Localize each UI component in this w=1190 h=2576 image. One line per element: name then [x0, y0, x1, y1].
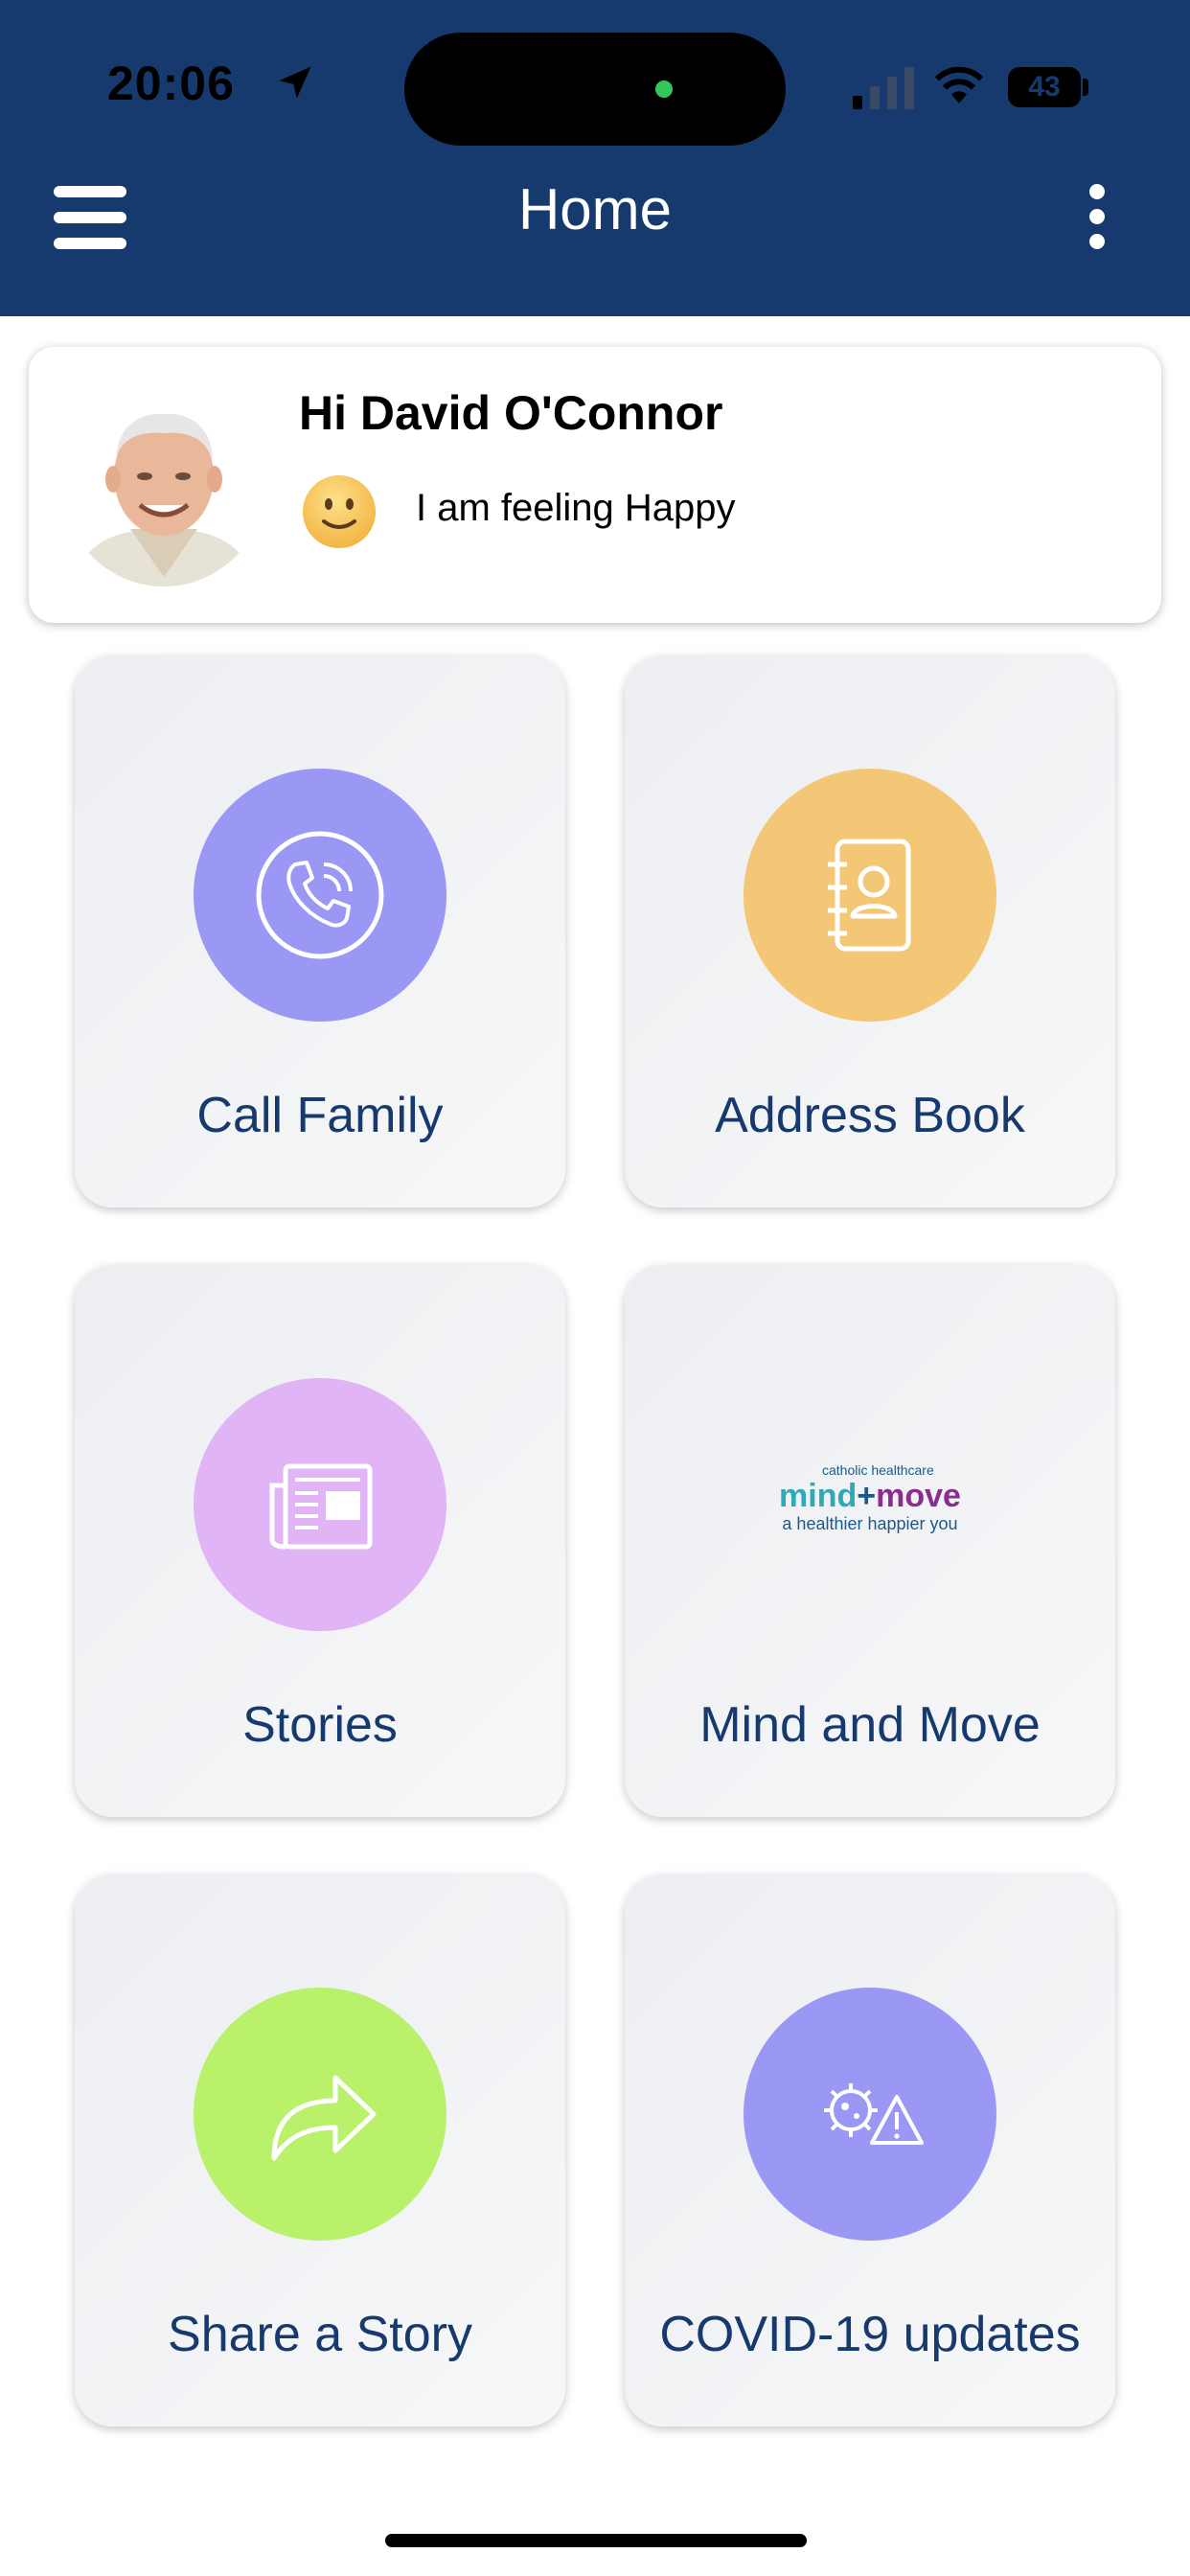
avatar — [63, 385, 264, 586]
share-arrow-icon — [271, 2075, 377, 2161]
call-family-circle — [194, 769, 446, 1022]
tile-covid-updates[interactable]: COVID-19 updates — [625, 1874, 1115, 2426]
tile-label: COVID-19 updates — [659, 2307, 1081, 2362]
wifi-icon — [934, 66, 984, 104]
battery-tip — [1083, 79, 1088, 96]
page-title: Home — [517, 177, 673, 242]
status-time: 20:06 — [107, 57, 235, 110]
tile-label: Share a Story — [168, 2307, 472, 2362]
tile-share-a-story[interactable]: Share a Story — [75, 1874, 565, 2426]
logo-plus-text: + — [857, 1478, 877, 1514]
vertical-ellipsis-icon[interactable] — [1083, 184, 1111, 253]
covid-circle — [744, 1988, 996, 2241]
camera-indicator-dot — [655, 80, 673, 98]
happy-face-icon — [303, 475, 376, 548]
profile-card[interactable]: Hi David O'Connor I am feeling Happy — [29, 347, 1161, 623]
tile-address-book[interactable]: Address Book — [625, 656, 1115, 1208]
newspaper-icon — [269, 1463, 373, 1550]
battery-indicator: 43 — [1008, 67, 1081, 107]
tile-label: Call Family — [196, 1088, 444, 1143]
tile-label: Mind and Move — [699, 1697, 1041, 1753]
address-book-icon — [828, 839, 911, 952]
mood-text: I am feeling Happy — [416, 487, 736, 529]
dynamic-island — [404, 33, 786, 146]
mind-move-logo: catholic healthcare mind+move a healthie… — [717, 1462, 1023, 1558]
tile-call-family[interactable]: Call Family — [75, 656, 565, 1208]
phone-call-icon — [256, 831, 384, 959]
virus-warning-icon — [824, 2083, 924, 2145]
logo-top-text: catholic healthcare — [822, 1462, 934, 1478]
tile-stories[interactable]: Stories — [75, 1265, 565, 1817]
stories-circle — [194, 1378, 446, 1631]
app-header: 20:06 43 Home — [0, 0, 1190, 316]
cellular-signal-icon — [853, 67, 914, 109]
location-arrow-icon — [279, 66, 311, 99]
tile-label: Address Book — [715, 1088, 1025, 1143]
home-indicator[interactable] — [385, 2534, 807, 2547]
logo-mind-text: mind — [779, 1478, 858, 1514]
tile-label: Stories — [242, 1697, 398, 1753]
greeting-text: Hi David O'Connor — [299, 386, 723, 440]
logo-tagline: a healthier happier you — [782, 1514, 958, 1533]
logo-move-text: move — [876, 1478, 961, 1514]
address-book-circle — [744, 769, 996, 1022]
tile-mind-and-move[interactable]: catholic healthcare mind+move a healthie… — [625, 1265, 1115, 1817]
share-story-circle — [194, 1988, 446, 2241]
